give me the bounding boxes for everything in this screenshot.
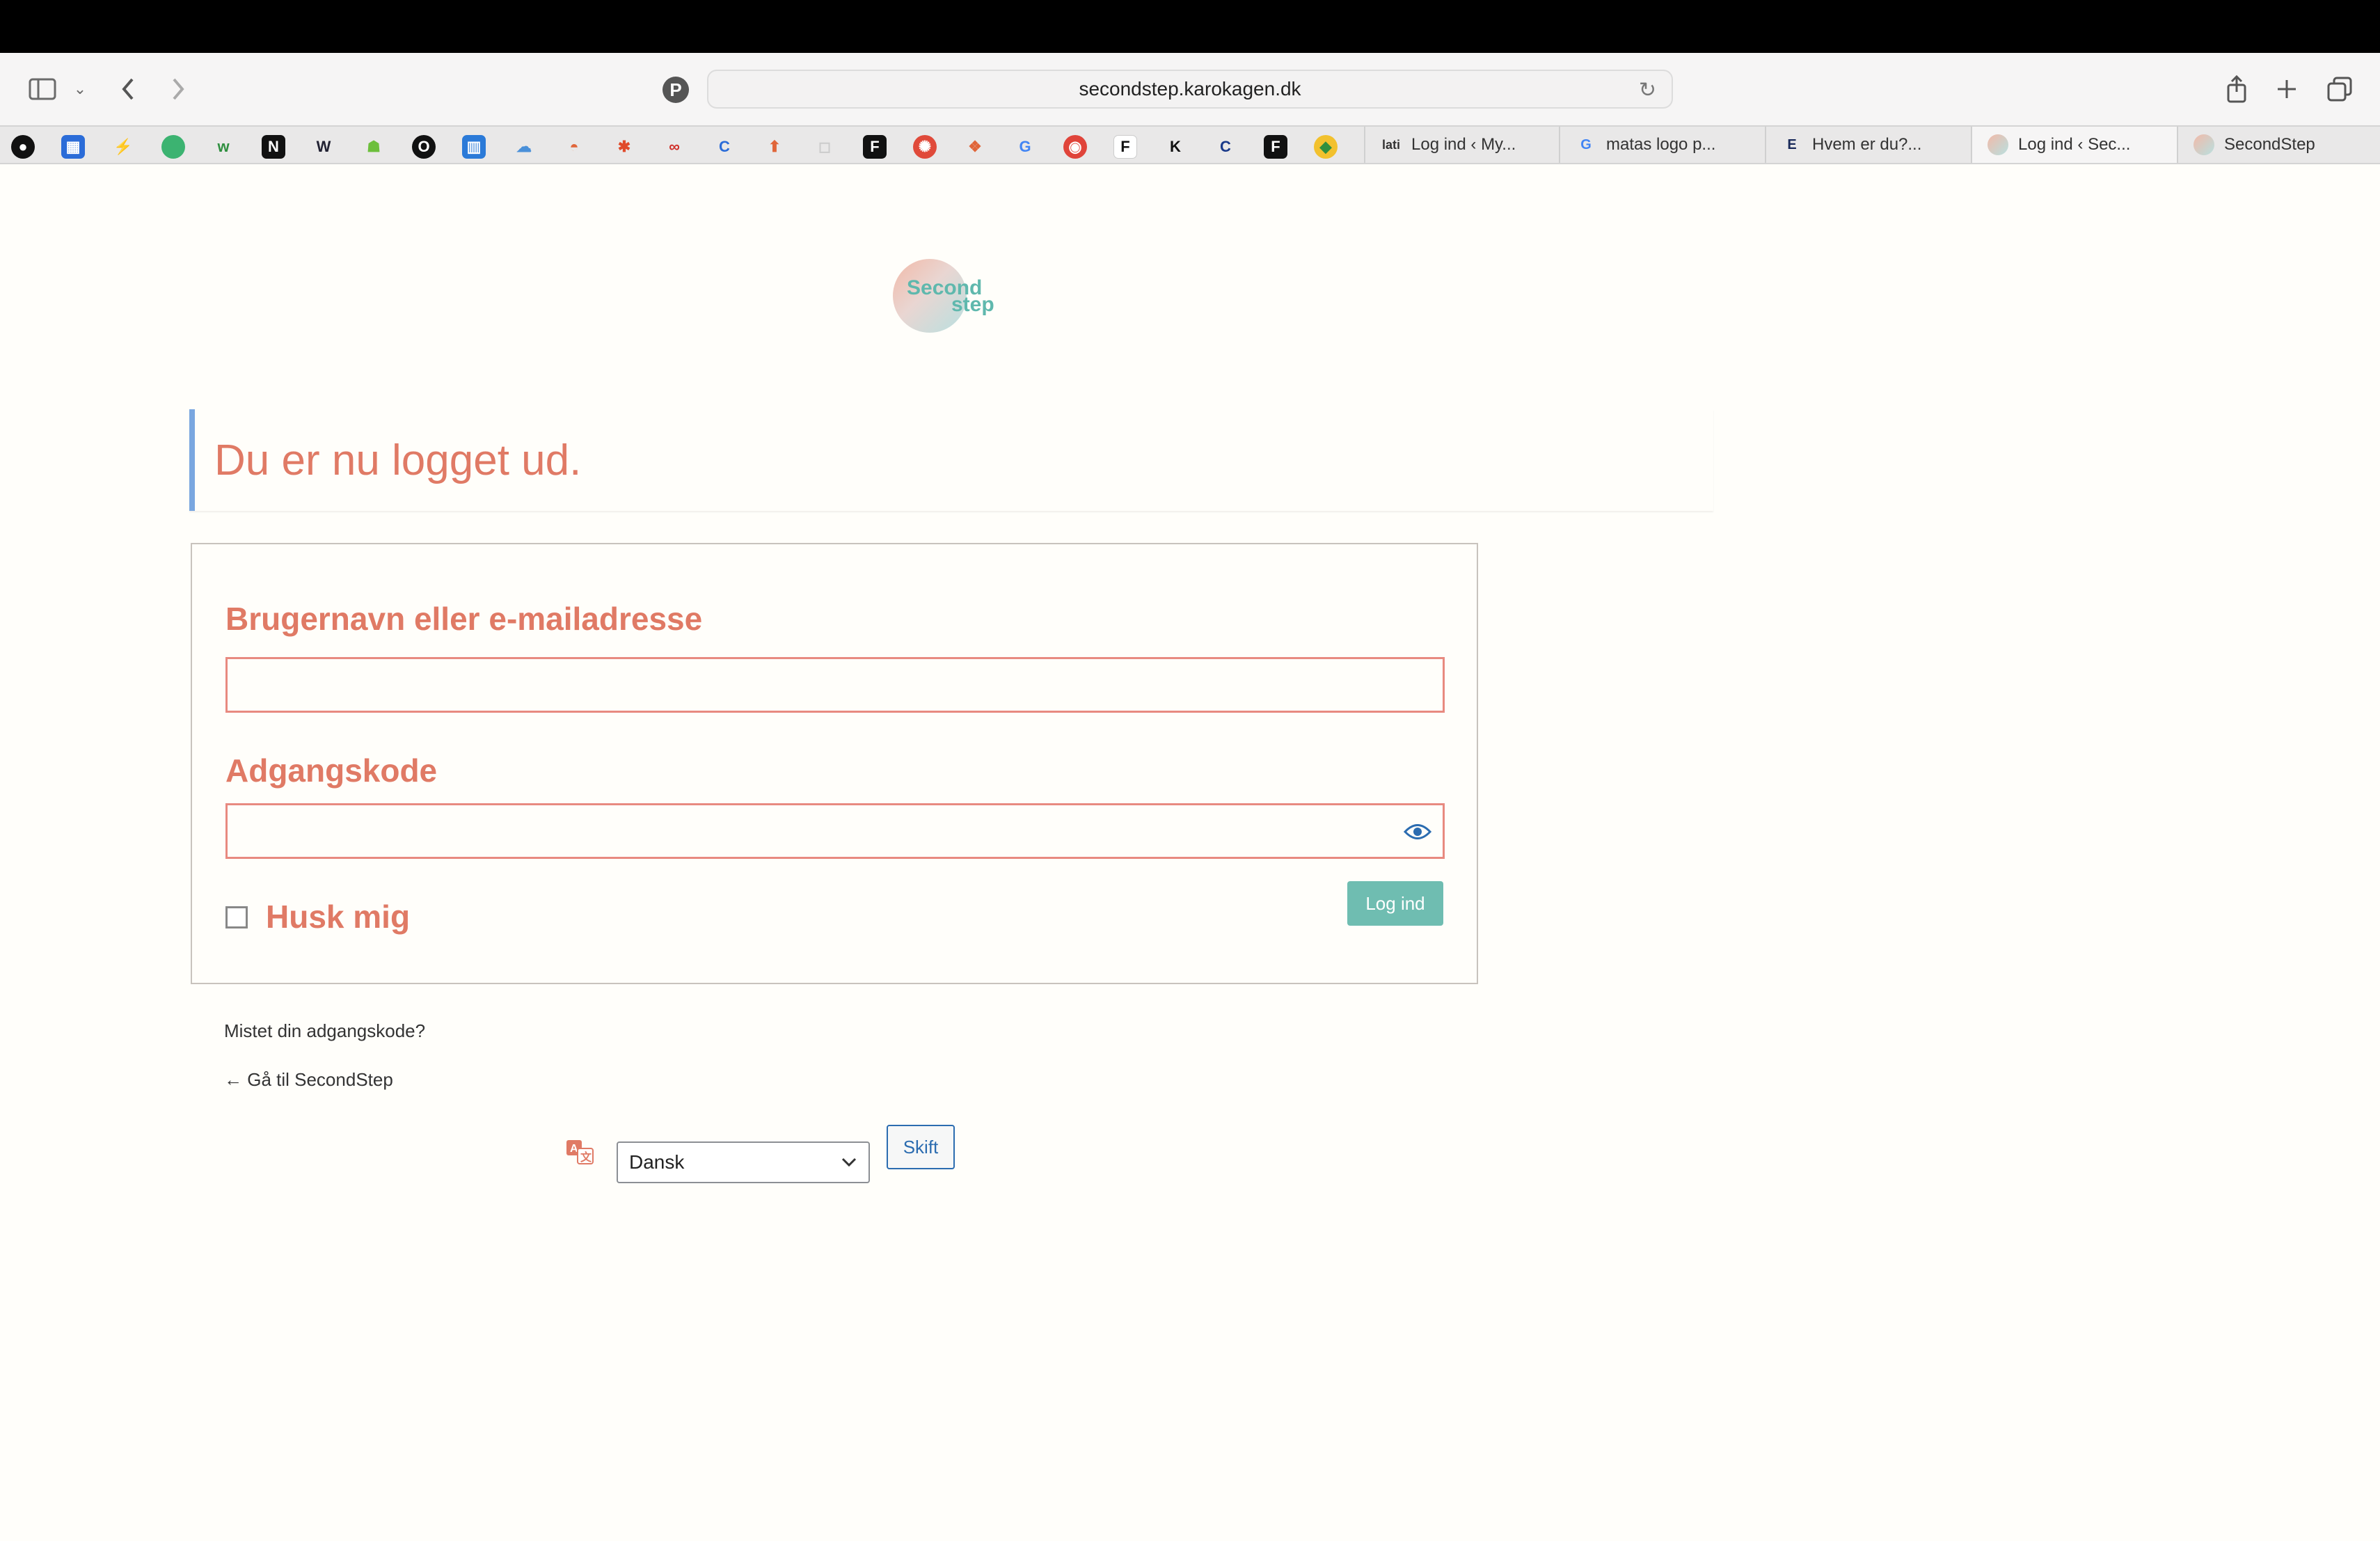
android-icon[interactable]: ☗ (362, 135, 386, 159)
language-switch-button[interactable]: Skift (887, 1125, 955, 1169)
circle-app-icon[interactable]: O (412, 135, 436, 159)
lost-password-link[interactable]: Mistet din adgangskode? (224, 1020, 425, 1042)
svg-text:文: 文 (580, 1151, 592, 1164)
back-arrow-icon[interactable] (114, 70, 142, 109)
tab-secondstep[interactable]: SecondStep (2177, 127, 2380, 163)
w-app-icon[interactable]: w (212, 135, 235, 159)
username-label: Brugernavn eller e-mailadresse (225, 601, 703, 637)
logout-notice: Du er nu logget ud. (189, 409, 1713, 511)
asterisk-icon[interactable]: ✱ (612, 135, 636, 159)
reload-icon[interactable]: ↻ (1639, 78, 1656, 102)
log-in-button[interactable]: Log ind (1347, 881, 1443, 926)
address-bar[interactable]: secondstep.karokagen.dk ↻ (707, 70, 1673, 109)
translate-icon: A文 (565, 1139, 594, 1165)
url-text: secondstep.karokagen.dk (1079, 78, 1301, 100)
chevron-down-icon (841, 1151, 857, 1173)
f-dark-icon[interactable]: F (1264, 135, 1287, 159)
faded-app-icon[interactable]: ◻ (813, 135, 836, 159)
eye-icon[interactable] (1404, 818, 1431, 846)
top-bar (0, 0, 2380, 53)
password-label: Adgangskode (225, 752, 438, 789)
tab-favicon-icon: E (1787, 136, 1797, 152)
secondstep-favicon-icon (1988, 134, 2008, 155)
notion-icon[interactable]: N (262, 135, 285, 159)
f-app-icon[interactable]: F (1113, 135, 1137, 159)
c-dark-icon[interactable]: C (1214, 135, 1237, 159)
table-app-icon[interactable]: ▦ (61, 135, 85, 159)
red-wheel-icon[interactable]: ✺ (913, 135, 937, 159)
back-to-site-link[interactable]: ← Gå til SecondStep (224, 1069, 393, 1091)
cloud-icon[interactable]: ☁ (512, 135, 536, 159)
notice-message: Du er nu logget ud. (214, 436, 582, 484)
infinity-icon[interactable]: ∞ (663, 135, 686, 159)
secondstep-favicon-icon (2193, 134, 2214, 155)
sidebar-toggle-icon[interactable] (25, 70, 60, 109)
up-arrow-icon[interactable]: ⬆ (763, 135, 786, 159)
lightning-icon[interactable]: ⚡ (111, 135, 135, 159)
k-app-icon[interactable]: K (1164, 135, 1187, 159)
tab-log-ind-sec[interactable]: Log ind ‹ Sec... (1971, 127, 2177, 163)
secondstep-logo[interactable]: Second step (893, 259, 1011, 335)
wolf-icon[interactable]: W (312, 135, 335, 159)
share-icon[interactable] (2223, 70, 2251, 109)
helmet-icon[interactable]: ◓ (562, 135, 586, 159)
github-icon[interactable]: ● (11, 135, 35, 159)
forward-arrow-icon[interactable] (164, 70, 192, 109)
green-circle-icon[interactable] (161, 135, 185, 159)
username-input[interactable] (225, 657, 1445, 713)
login-form: Brugernavn eller e-mailadresse Adgangsko… (191, 543, 1478, 984)
maps-icon[interactable]: ◆ (1314, 135, 1338, 159)
trello-icon[interactable]: ▥ (462, 135, 486, 159)
tab-overview-icon[interactable] (2326, 70, 2354, 109)
tab-favicon-icon: lati (1381, 137, 1400, 152)
google-icon: G (1580, 136, 1592, 152)
language-selected: Dansk (629, 1151, 685, 1173)
password-input[interactable] (225, 803, 1445, 859)
remember-label: Husk mig (266, 899, 411, 935)
tab-matas-logo[interactable]: G matas logo p... (1559, 127, 1765, 163)
language-select[interactable]: Dansk (617, 1141, 870, 1183)
new-tab-icon[interactable] (2273, 70, 2301, 109)
tab-log-ind-my[interactable]: lati Log ind ‹ My... (1364, 127, 1559, 163)
pinterest-icon[interactable]: P (663, 77, 689, 103)
google-icon[interactable]: G (1013, 135, 1037, 159)
chevron-down-icon[interactable]: ⌄ (70, 70, 90, 109)
tab-hvem-er-du[interactable]: E Hvem er du?... (1765, 127, 1971, 163)
remember-checkbox[interactable] (225, 906, 248, 928)
c-blue-icon[interactable]: C (713, 135, 736, 159)
figma-icon[interactable]: ❖ (963, 135, 987, 159)
tab-bar: ● ▦ ⚡ w N W ☗ O ▥ ☁ ◓ ✱ ∞ C ⬆ ◻ F ✺ ❖ G … (0, 125, 2380, 164)
figma-dark-icon[interactable]: F (863, 135, 887, 159)
chrome-icon[interactable]: ◉ (1063, 135, 1087, 159)
